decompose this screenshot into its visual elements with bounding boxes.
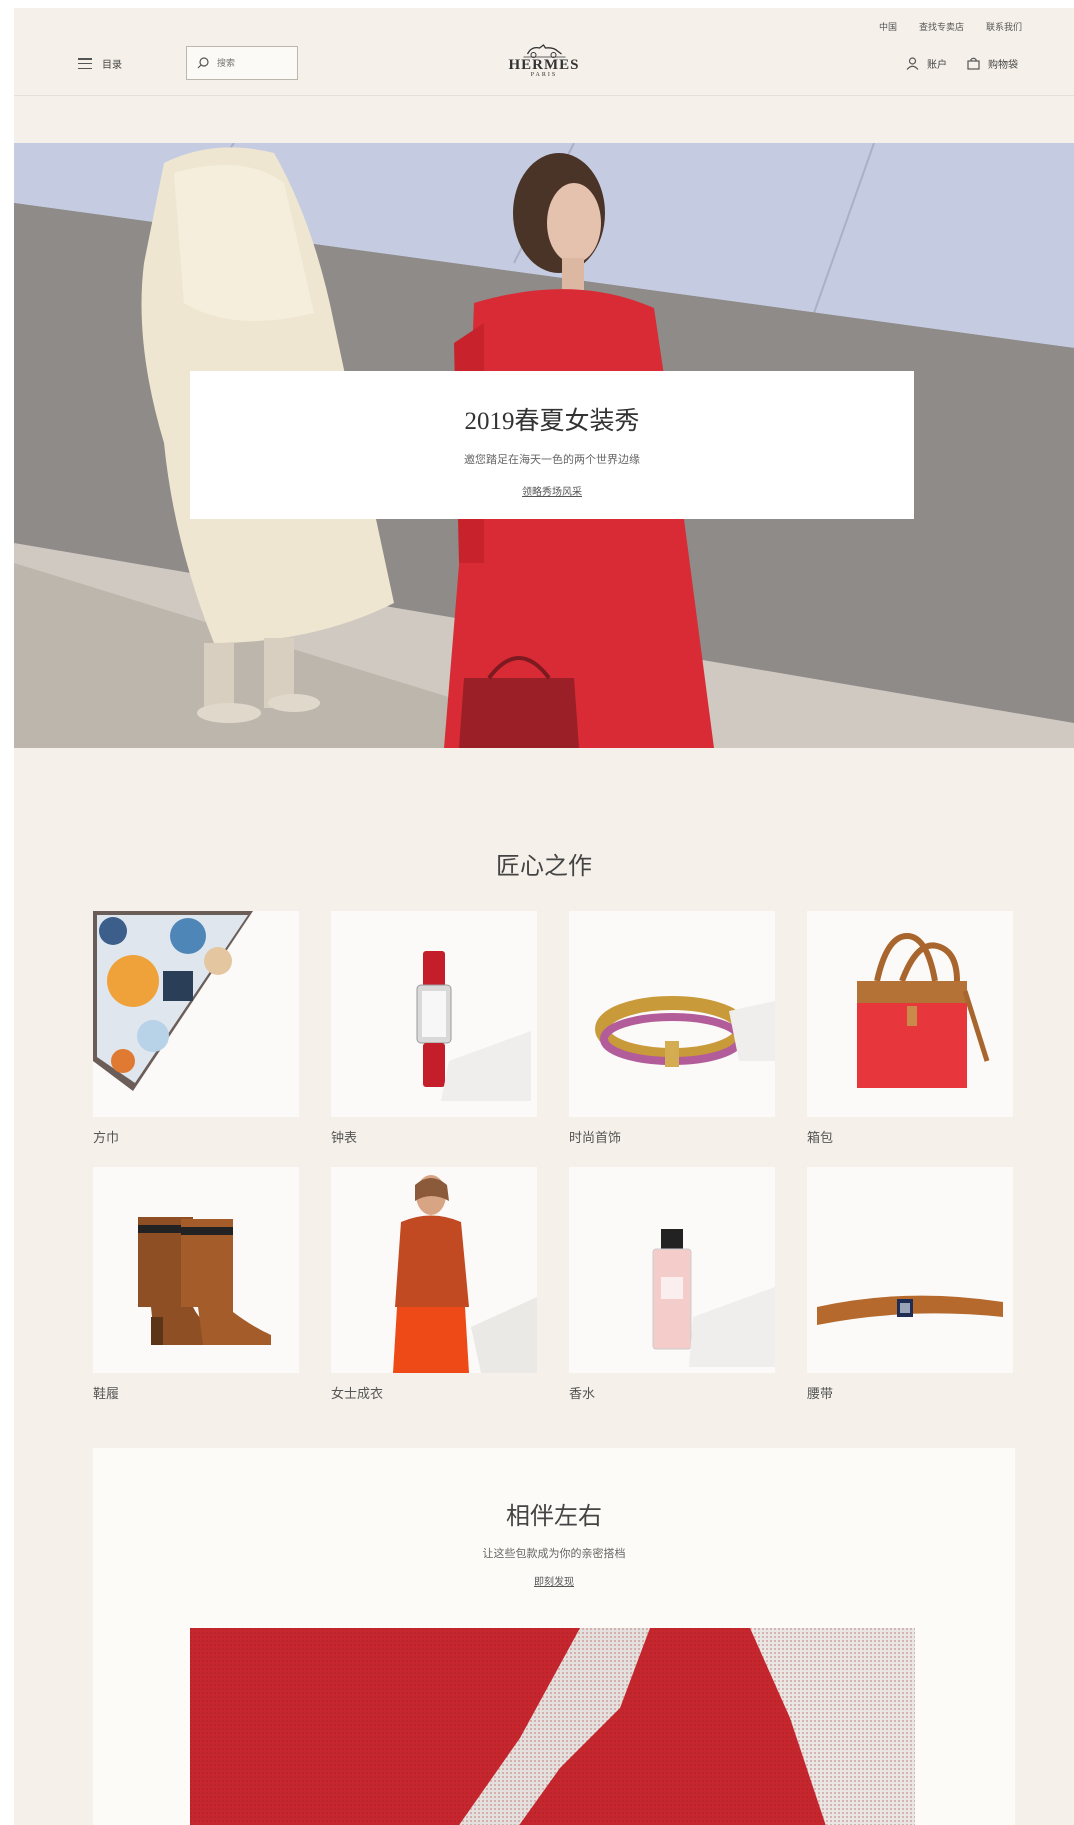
cart-label: 购物袋	[988, 60, 1018, 71]
category-card-scarves[interactable]: 方巾	[93, 911, 299, 1146]
search-box[interactable]	[186, 46, 298, 80]
watch-image	[331, 911, 537, 1117]
hero-subtitle: 邀您踏足在海天一色的两个世界边缘	[464, 454, 640, 466]
hero-caption-card: 2019春夏女装秀 邀您踏足在海天一色的两个世界边缘 领略秀场风采	[190, 371, 914, 519]
search-icon	[197, 57, 209, 69]
cart-button[interactable]: 购物袋	[967, 56, 1018, 71]
category-label: 时尚首饰	[569, 1130, 622, 1145]
hamburger-icon	[78, 58, 92, 69]
category-card-shoes[interactable]: 鞋履	[93, 1167, 299, 1402]
category-label: 女士成衣	[331, 1386, 384, 1401]
category-card-watches[interactable]: 钟表	[331, 911, 537, 1146]
carriage-logo-icon	[522, 44, 565, 58]
belt-image	[807, 1167, 1013, 1373]
category-card-bags[interactable]: 箱包	[807, 911, 1013, 1146]
category-label: 香水	[569, 1386, 596, 1401]
category-label: 腰带	[807, 1386, 834, 1401]
companion-title: 相伴左右	[506, 1503, 602, 1530]
boot-image	[93, 1167, 299, 1373]
category-label: 钟表	[331, 1130, 358, 1145]
account-label: 账户	[927, 60, 947, 71]
category-card-fashion-jewelry[interactable]: 时尚首饰	[569, 911, 775, 1146]
hero-cta-link[interactable]: 领略秀场风采	[522, 483, 582, 498]
site-header: 中国 查找专卖店 联系我们 目录 HERMES PARIS	[14, 8, 1074, 96]
companion-cta-link[interactable]: 即刻发现	[93, 1573, 1015, 1588]
category-label: 鞋履	[93, 1386, 120, 1401]
category-card-womens-ready-to-wear[interactable]: 女士成衣	[331, 1167, 537, 1402]
logo-brand-text: HERMES	[508, 57, 580, 73]
handbag-image	[807, 911, 1013, 1117]
perfume-image	[569, 1167, 775, 1373]
account-button[interactable]: 账户	[906, 56, 947, 71]
category-card-fragrance[interactable]: 香水	[569, 1167, 775, 1402]
header-actions: 账户 购物袋	[906, 56, 1018, 71]
page: 中国 查找专卖店 联系我们 目录 HERMES PARIS	[14, 8, 1074, 1825]
menu-button[interactable]: 目录	[78, 56, 122, 71]
companion-section: 相伴左右 让这些包款成为你的亲密搭档 即刻发现	[93, 1448, 1015, 1825]
shopping-bag-icon	[967, 57, 980, 70]
region-link[interactable]: 中国	[879, 20, 897, 33]
scarf-image	[93, 911, 299, 1117]
craft-section-title: 匠心之作	[496, 853, 592, 880]
companion-bag-image[interactable]	[190, 1628, 915, 1825]
category-label: 箱包	[807, 1130, 834, 1145]
user-icon	[906, 57, 919, 70]
hero-banner[interactable]: 2019春夏女装秀 邀您踏足在海天一色的两个世界边缘 领略秀场风采	[14, 143, 1074, 748]
search-input[interactable]	[217, 58, 287, 68]
contact-link[interactable]: 联系我们	[986, 20, 1022, 33]
hero-title: 2019春夏女装秀	[464, 408, 640, 435]
brand-logo[interactable]: HERMES PARIS	[508, 42, 579, 78]
category-label: 方巾	[93, 1130, 120, 1145]
find-store-link[interactable]: 查找专卖店	[919, 20, 964, 33]
top-utility-bar: 中国 查找专卖店 联系我们	[879, 20, 1022, 33]
companion-subtitle: 让这些包款成为你的亲密搭档	[482, 1548, 626, 1560]
menu-label: 目录	[102, 60, 122, 71]
bracelet-image	[569, 911, 775, 1117]
category-card-belts[interactable]: 腰带	[807, 1167, 1013, 1402]
womens-outfit-image	[331, 1167, 537, 1373]
